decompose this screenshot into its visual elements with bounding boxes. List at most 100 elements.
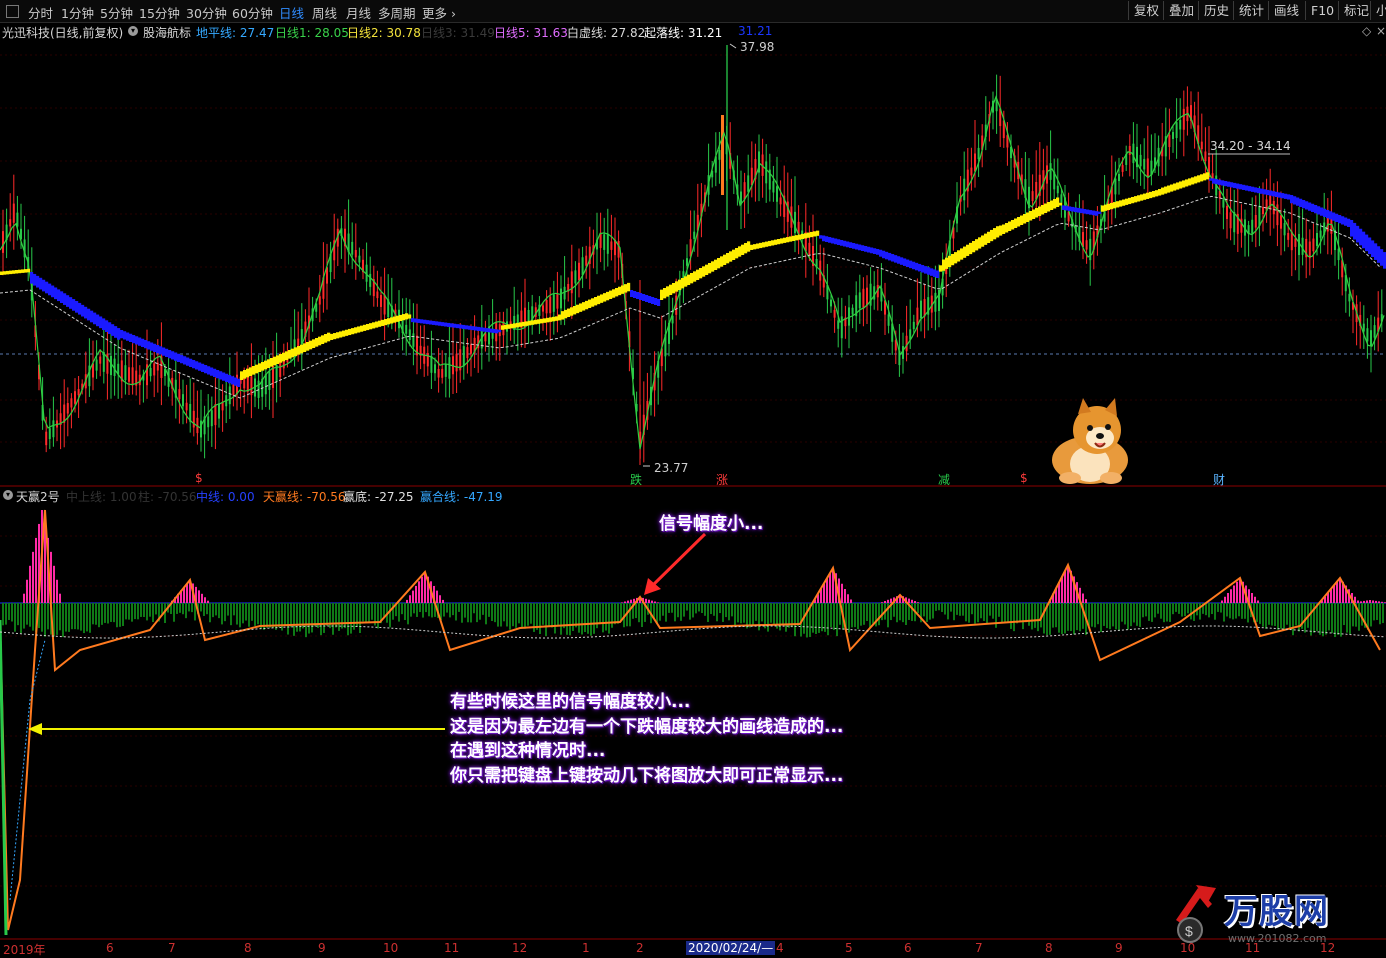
trend-band	[873, 248, 877, 254]
trend-band	[1311, 203, 1315, 212]
trend-band	[1314, 205, 1318, 214]
trend-band	[591, 298, 595, 307]
trend-band	[96, 314, 100, 327]
trend-band	[558, 314, 562, 321]
trend-band	[1101, 205, 1105, 212]
trend-band	[1266, 189, 1270, 196]
candle-body	[1121, 165, 1124, 172]
trend-band	[519, 322, 523, 327]
trend-band	[738, 246, 742, 257]
trend-band	[828, 237, 832, 243]
trend-band	[531, 320, 535, 325]
trend-band	[414, 318, 418, 323]
trend-band	[207, 366, 211, 375]
trend-band	[270, 358, 274, 367]
candle-body	[858, 292, 861, 309]
trend-band	[951, 253, 955, 266]
trend-band	[1059, 202, 1063, 206]
trend-band	[345, 329, 349, 336]
trend-band	[102, 318, 106, 331]
candle-body	[549, 296, 552, 314]
trend-band	[816, 230, 820, 236]
trend-band	[261, 362, 265, 371]
candle-body	[430, 355, 433, 373]
trend-band	[1305, 201, 1309, 210]
trend-band	[336, 332, 340, 339]
candle-body	[264, 374, 267, 395]
trend-band	[834, 238, 838, 245]
trend-band	[552, 316, 556, 322]
trend-band	[798, 234, 802, 240]
candle-body	[1060, 194, 1063, 203]
candle-body	[153, 363, 156, 376]
trend-band	[687, 274, 691, 285]
x-label-9: 2	[636, 941, 644, 955]
trend-band	[267, 359, 271, 368]
signal-1: 涨	[716, 473, 729, 487]
trend-band	[147, 341, 151, 350]
trend-band	[1341, 216, 1345, 225]
chart-canvas[interactable]	[0, 0, 1386, 957]
trend-band	[966, 244, 970, 256]
trend-band	[387, 318, 391, 325]
trend-band	[375, 321, 379, 328]
x-label-8: 1	[582, 941, 590, 955]
trend-band	[468, 325, 472, 330]
trend-band	[438, 321, 442, 326]
trend-band	[906, 259, 910, 268]
trend-band	[1317, 206, 1321, 215]
trend-band	[1188, 178, 1192, 186]
candle-body	[455, 353, 458, 372]
trend-band	[633, 291, 637, 298]
candle-body	[383, 294, 386, 315]
trend-band	[984, 233, 988, 245]
trend-band	[246, 368, 250, 378]
trend-band	[243, 370, 247, 379]
trend-band	[972, 241, 976, 253]
trend-band	[954, 252, 958, 264]
trend-band	[507, 324, 511, 329]
trend-band	[969, 242, 973, 255]
trend-band	[288, 350, 292, 359]
trend-band	[63, 293, 67, 305]
candle-body	[556, 293, 559, 309]
trend-band	[402, 314, 406, 321]
trend-band	[195, 361, 199, 370]
trend-band	[909, 260, 913, 269]
trend-band	[636, 292, 640, 299]
trend-band	[252, 366, 256, 375]
trend-band	[1128, 197, 1132, 205]
candle-body	[1287, 232, 1290, 240]
trend-band	[1074, 207, 1078, 213]
trend-band	[249, 367, 253, 376]
signal-5: 财	[1213, 473, 1226, 487]
trend-band	[33, 273, 37, 286]
trend-band	[843, 240, 847, 247]
trend-band	[186, 357, 190, 366]
candle-body	[923, 299, 926, 317]
trend-band	[705, 264, 709, 275]
candle-body	[552, 294, 555, 312]
note-line-2: 在遇到这种情况时...	[450, 741, 606, 761]
candle-body	[268, 371, 271, 390]
trend-band	[234, 377, 238, 386]
trend-band	[570, 307, 574, 316]
trend-band	[174, 352, 178, 361]
trend-band	[105, 320, 109, 332]
trend-band	[957, 250, 961, 262]
trend-band	[1173, 183, 1177, 191]
trend-band	[165, 348, 169, 357]
trend-band	[606, 291, 610, 301]
candle-body	[1179, 119, 1182, 130]
trend-band	[918, 263, 922, 272]
trend-band	[753, 244, 757, 250]
trend-band	[942, 259, 946, 271]
trend-band	[747, 241, 751, 252]
trend-band	[216, 370, 220, 379]
trend-band	[741, 244, 745, 255]
trend-band	[393, 316, 397, 323]
trend-band	[474, 326, 478, 331]
candle-body	[192, 410, 195, 428]
trend-band	[1014, 218, 1018, 228]
candle-body	[1114, 178, 1117, 195]
